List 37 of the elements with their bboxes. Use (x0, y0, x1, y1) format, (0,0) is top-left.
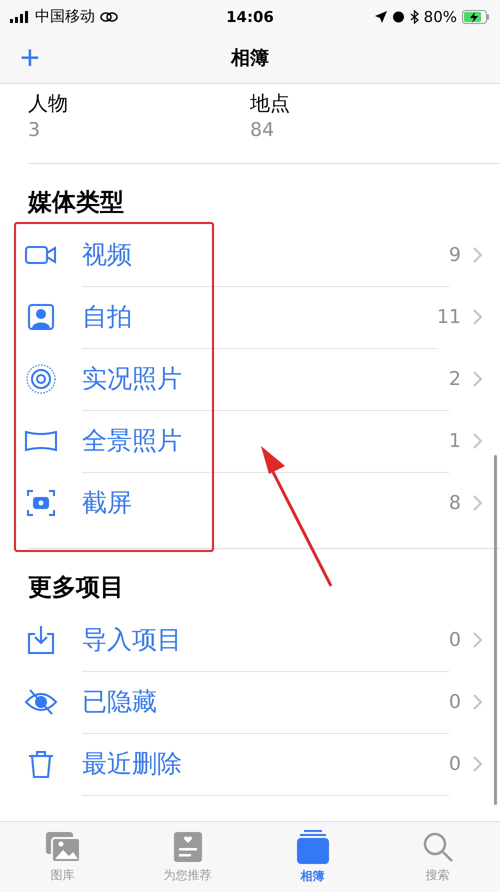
chevron-icon (473, 756, 482, 772)
location-arrow-icon (374, 10, 387, 22)
tab-button[interactable]: 相簿 (250, 822, 375, 892)
album-row[interactable]: 自拍 11 (0, 286, 500, 348)
album-count: 84 (250, 119, 274, 141)
heart-card-icon (172, 830, 202, 862)
search-icon (422, 830, 454, 862)
bluetooth-icon (410, 10, 419, 24)
album-count: 3 (28, 119, 40, 141)
carrier-name: 中国移动 (35, 7, 95, 26)
link-icon (100, 10, 118, 22)
chevron-icon (473, 495, 482, 511)
section-title: 媒体类型 (26, 187, 125, 218)
tab-button[interactable]: 搜索 (375, 822, 500, 892)
signal-icon (10, 10, 30, 22)
album-label[interactable]: 地点 (250, 90, 290, 117)
chevron-icon (473, 309, 482, 325)
chevron-icon (473, 632, 482, 648)
chevron-icon (473, 247, 482, 263)
album-row[interactable]: 实况照片 2 (0, 348, 500, 410)
tab-button[interactable]: 图库 (0, 822, 125, 892)
album-row[interactable]: 截屏 8 (0, 472, 500, 534)
page-title: 相簿 (230, 46, 270, 71)
tab-button[interactable]: 为您推荐 (125, 822, 250, 892)
clock-time: 14:06 (226, 8, 274, 26)
battery-charging-icon (462, 10, 490, 24)
chevron-icon (473, 694, 482, 710)
album-row[interactable]: 视频 9 (0, 224, 500, 286)
stacked-albums-icon (296, 830, 328, 864)
chevron-icon (473, 433, 482, 449)
add-button[interactable]: + (0, 41, 50, 75)
concentric-circles-icon (24, 362, 58, 396)
chevron-icon (473, 371, 482, 387)
photos-icon (44, 830, 80, 862)
battery-percent: 80% (424, 8, 457, 26)
section-title: 更多项目 (27, 572, 125, 603)
album-label[interactable]: 人物 (28, 90, 68, 117)
